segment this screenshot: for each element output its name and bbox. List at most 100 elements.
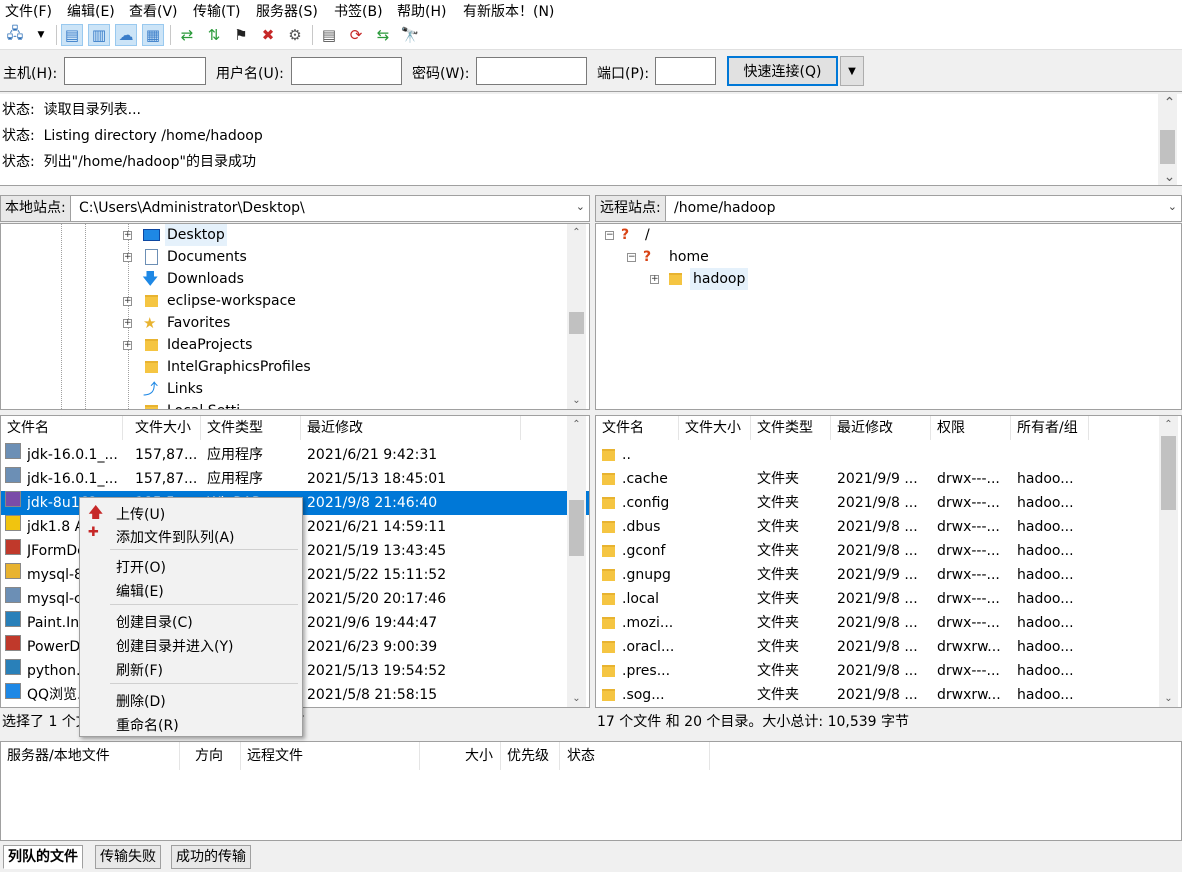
toggle-log-icon[interactable]: ▤: [61, 24, 83, 46]
expand-icon[interactable]: +: [123, 253, 132, 262]
cell-modified: 2021/5/13 19:54:52: [307, 663, 447, 679]
scroll-thumb[interactable]: [1161, 436, 1176, 510]
table-row[interactable]: .config 文件夹 2021/9/8 ... drwx---... hadoo...: [596, 491, 1181, 515]
col-size[interactable]: 大小: [461, 742, 501, 770]
scroll-thumb[interactable]: [569, 312, 584, 334]
compare-directories-icon[interactable]: ⇆: [372, 24, 394, 46]
col-owner[interactable]: 所有者/组: [1011, 416, 1089, 440]
host-input[interactable]: [64, 57, 206, 85]
expand-icon[interactable]: +: [650, 275, 659, 284]
cancel-operation-icon[interactable]: ⚑: [230, 24, 252, 46]
table-row[interactable]: .local 文件夹 2021/9/8 ... drwx---... hadoo...: [596, 587, 1181, 611]
folder-icon: [602, 473, 615, 485]
sync-browse-icon[interactable]: ⟳: [345, 24, 367, 46]
process-queue-icon[interactable]: ⇅: [203, 24, 225, 46]
site-manager-dropdown-icon[interactable]: ▼: [30, 24, 52, 46]
site-manager-icon[interactable]: 🖧: [4, 24, 26, 46]
menu-help[interactable]: 帮助(H): [397, 1, 446, 21]
disconnect-icon[interactable]: ✖: [257, 24, 279, 46]
cell-owner: hadoo...: [1017, 687, 1074, 703]
scroll-down-icon[interactable]: ⌄: [1160, 168, 1179, 185]
remote-path-dropdown-icon[interactable]: ⌄: [1168, 200, 1177, 213]
menu-item-create-dir-enter[interactable]: 创建目录并进入(Y): [116, 636, 233, 656]
col-modified[interactable]: 最近修改: [831, 416, 931, 440]
table-row[interactable]: ..: [596, 443, 1181, 467]
remote-list-scrollbar[interactable]: ⌃ ⌄: [1159, 416, 1178, 707]
quickconnect-button[interactable]: 快速连接(Q): [727, 56, 838, 86]
menu-item-upload[interactable]: 上传(U): [116, 504, 165, 524]
menu-view[interactable]: 查看(V): [129, 1, 178, 21]
toolbar-separator: [170, 25, 171, 45]
remote-path-input[interactable]: /home/hadoop: [674, 200, 775, 216]
scroll-up-icon[interactable]: ⌃: [1159, 416, 1178, 433]
collapse-icon[interactable]: −: [627, 253, 636, 262]
table-row[interactable]: .cache 文件夹 2021/9/9 ... drwx---... hadoo...: [596, 467, 1181, 491]
col-filesize[interactable]: 文件大小: [679, 416, 751, 440]
table-row[interactable]: .gconf 文件夹 2021/9/8 ... drwx---... hadoo...: [596, 539, 1181, 563]
password-input[interactable]: [476, 57, 587, 85]
expand-icon[interactable]: +: [123, 297, 132, 306]
col-filesize[interactable]: 文件大小: [129, 416, 201, 440]
reconnect-icon[interactable]: ⚙: [284, 24, 306, 46]
scroll-up-icon[interactable]: ⌃: [567, 416, 586, 433]
menu-server[interactable]: 服务器(S): [256, 1, 318, 21]
toggle-queue-icon[interactable]: ▦: [142, 24, 164, 46]
col-server-local-file[interactable]: 服务器/本地文件: [3, 742, 180, 770]
directory-listing-filter-icon[interactable]: ▤: [318, 24, 340, 46]
menu-item-edit[interactable]: 编辑(E): [116, 581, 164, 601]
local-path-dropdown-icon[interactable]: ⌄: [576, 200, 585, 213]
table-row[interactable]: .mozi... 文件夹 2021/9/8 ... drwx---... hadoo..…: [596, 611, 1181, 635]
col-remote-file[interactable]: 远程文件: [243, 742, 420, 770]
menu-item-refresh[interactable]: 刷新(F): [116, 660, 163, 680]
local-tree-scrollbar[interactable]: ⌃ ⌄: [567, 224, 586, 409]
col-modified[interactable]: 最近修改: [301, 416, 521, 440]
menu-new-version[interactable]: 有新版本！(N): [463, 1, 554, 21]
table-row[interactable]: .sog... 文件夹 2021/9/8 ... drwxrw... hadoo...: [596, 683, 1181, 707]
table-row[interactable]: .dbus 文件夹 2021/9/8 ... drwx---... hadoo...: [596, 515, 1181, 539]
col-filetype[interactable]: 文件类型: [201, 416, 301, 440]
refresh-icon[interactable]: ⇄: [176, 24, 198, 46]
menu-edit[interactable]: 编辑(E): [67, 1, 115, 21]
expand-icon[interactable]: +: [123, 319, 132, 328]
menu-item-open[interactable]: 打开(O): [116, 557, 166, 577]
tab-successful-transfers[interactable]: 成功的传输: [171, 845, 251, 869]
table-row[interactable]: .oracl... 文件夹 2021/9/8 ... drwxrw... hadoo..…: [596, 635, 1181, 659]
toggle-remote-tree-icon[interactable]: ☁: [115, 24, 137, 46]
username-input[interactable]: [291, 57, 402, 85]
col-status[interactable]: 状态: [563, 742, 710, 770]
search-files-icon[interactable]: 🔭: [399, 24, 421, 46]
menu-bookmarks[interactable]: 书签(B): [334, 1, 383, 21]
local-path-input[interactable]: C:\Users\Administrator\Desktop\: [79, 200, 305, 216]
quickconnect-dropdown-icon[interactable]: ▼: [840, 56, 864, 86]
col-permissions[interactable]: 权限: [931, 416, 1011, 440]
menu-transfer[interactable]: 传输(T): [193, 1, 240, 21]
col-priority[interactable]: 优先级: [503, 742, 560, 770]
scroll-thumb[interactable]: [569, 500, 584, 556]
expand-icon[interactable]: +: [123, 231, 132, 240]
col-direction[interactable]: 方向: [191, 742, 241, 770]
table-row[interactable]: jdk-16.0.1_... 157,87... 应用程序 2021/5/13 18:…: [1, 467, 589, 491]
menu-item-delete[interactable]: 删除(D): [116, 691, 166, 711]
tab-failed-transfers[interactable]: 传输失败: [95, 845, 161, 869]
menu-item-add-to-queue[interactable]: 添加文件到队列(A): [116, 527, 235, 547]
col-filetype[interactable]: 文件类型: [751, 416, 831, 440]
scroll-down-icon[interactable]: ⌄: [567, 690, 586, 707]
tab-queued-files[interactable]: 列队的文件: [3, 845, 83, 869]
table-row[interactable]: .gnupg 文件夹 2021/9/9 ... drwx---... hadoo...: [596, 563, 1181, 587]
scroll-thumb[interactable]: [1160, 130, 1175, 164]
table-row[interactable]: jdk-16.0.1_... 157,87... 应用程序 2021/6/21 9:4…: [1, 443, 589, 467]
table-row[interactable]: .pres... 文件夹 2021/9/8 ... drwx---... hadoo..…: [596, 659, 1181, 683]
toggle-local-tree-icon[interactable]: ▥: [88, 24, 110, 46]
menu-item-rename[interactable]: 重命名(R): [116, 715, 179, 735]
expand-icon[interactable]: +: [123, 341, 132, 350]
collapse-icon[interactable]: −: [605, 231, 614, 240]
scroll-up-icon[interactable]: ⌃: [567, 224, 586, 241]
menu-file[interactable]: 文件(F): [5, 1, 52, 21]
scroll-up-icon[interactable]: ⌃: [1160, 94, 1179, 111]
local-list-scrollbar[interactable]: ⌃ ⌄: [567, 416, 586, 707]
port-input[interactable]: [655, 57, 716, 85]
log-scrollbar[interactable]: ⌃ ⌄: [1158, 94, 1177, 185]
menu-item-create-dir[interactable]: 创建目录(C): [116, 612, 193, 632]
scroll-down-icon[interactable]: ⌄: [1159, 690, 1178, 707]
scroll-down-icon[interactable]: ⌄: [567, 392, 586, 409]
